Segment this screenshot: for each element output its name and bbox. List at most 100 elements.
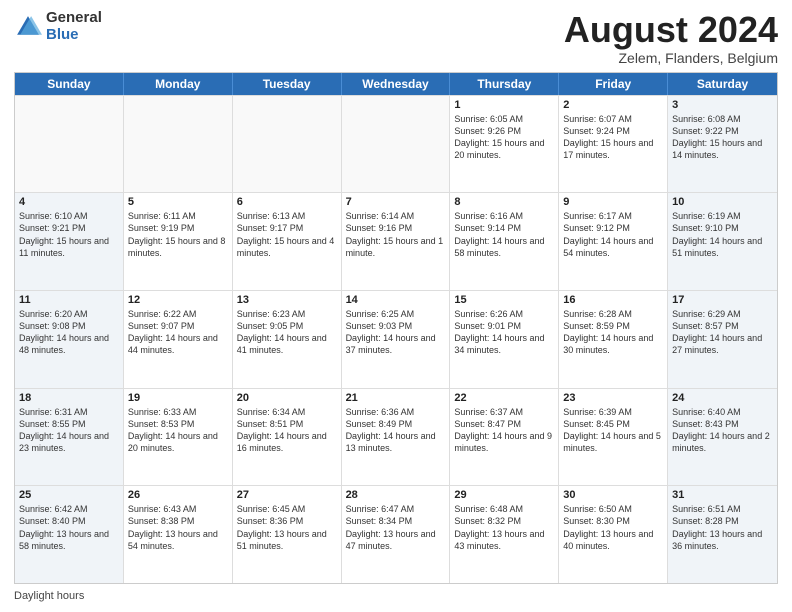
calendar-cell: 29 Sunrise: 6:48 AM Sunset: 8:32 PM Dayli… — [450, 486, 559, 583]
day-number: 13 — [237, 294, 337, 306]
calendar-cell: 9Sunrise: 6:17 AM Sunset: 9:12 PM Daylig… — [559, 193, 668, 290]
day-number: 20 — [237, 392, 337, 404]
day-info: Sunrise: 6:43 AM Sunset: 8:38 PM Dayligh… — [128, 503, 228, 552]
header: General Blue August 2024 Zelem, Flanders… — [14, 10, 778, 66]
day-info: Sunrise: 6:14 AM Sunset: 9:16 PM Dayligh… — [346, 210, 446, 259]
day-number: 10 — [672, 196, 773, 208]
calendar-cell: 19Sunrise: 6:33 AM Sunset: 8:53 PM Dayli… — [124, 389, 233, 486]
calendar-cell: 4 Sunrise: 6:10 AM Sunset: 9:21 PM Daylig… — [15, 193, 124, 290]
day-info: Sunrise: 6:37 AM Sunset: 8:47 PM Dayligh… — [454, 406, 554, 455]
page: General Blue August 2024 Zelem, Flanders… — [0, 0, 792, 612]
calendar-cell: 30 Sunrise: 6:50 AM Sunset: 8:30 PM Dayli… — [559, 486, 668, 583]
day-info: Sunrise: 6:40 AM Sunset: 8:43 PM Dayligh… — [672, 406, 773, 455]
header-day: Friday — [559, 73, 668, 95]
calendar-cell: 8Sunrise: 6:16 AM Sunset: 9:14 PM Daylig… — [450, 193, 559, 290]
day-info: Sunrise: 6:39 AM Sunset: 8:45 PM Dayligh… — [563, 406, 663, 455]
day-number: 14 — [346, 294, 446, 306]
day-info: Sunrise: 6:51 AM Sunset: 8:28 PM Dayligh… — [672, 503, 773, 552]
day-number: 29 — [454, 489, 554, 501]
day-info: Sunrise: 6:48 AM Sunset: 8:32 PM Dayligh… — [454, 503, 554, 552]
footer: Daylight hours — [14, 590, 778, 602]
day-info: Sunrise: 6:28 AM Sunset: 8:59 PM Dayligh… — [563, 308, 663, 357]
day-number: 21 — [346, 392, 446, 404]
header-day: Thursday — [450, 73, 559, 95]
calendar-cell: 15 Sunrise: 6:26 AM Sunset: 9:01 PM Dayli… — [450, 291, 559, 388]
calendar-cell: 18 Sunrise: 6:31 AM Sunset: 8:55 PM Dayli… — [15, 389, 124, 486]
day-number: 2 — [563, 99, 663, 111]
day-info: Sunrise: 6:26 AM Sunset: 9:01 PM Dayligh… — [454, 308, 554, 357]
calendar-cell — [15, 96, 124, 193]
header-day: Tuesday — [233, 73, 342, 95]
logo-general: General — [46, 10, 102, 27]
day-number: 15 — [454, 294, 554, 306]
day-info: Sunrise: 6:11 AM Sunset: 9:19 PM Dayligh… — [128, 210, 228, 259]
calendar-cell: 17 Sunrise: 6:29 AM Sunset: 8:57 PM Dayli… — [668, 291, 777, 388]
title-block: August 2024 Zelem, Flanders, Belgium — [564, 10, 778, 66]
day-number: 7 — [346, 196, 446, 208]
day-number: 18 — [19, 392, 119, 404]
calendar-cell — [124, 96, 233, 193]
day-number: 1 — [454, 99, 554, 111]
calendar-cell: 28Sunrise: 6:47 AM Sunset: 8:34 PM Dayli… — [342, 486, 451, 583]
month-title: August 2024 — [564, 10, 778, 50]
day-number: 22 — [454, 392, 554, 404]
calendar-cell: 12 Sunrise: 6:22 AM Sunset: 9:07 PM Dayli… — [124, 291, 233, 388]
day-info: Sunrise: 6:10 AM Sunset: 9:21 PM Dayligh… — [19, 210, 119, 259]
day-number: 27 — [237, 489, 337, 501]
calendar-header: SundayMondayTuesdayWednesdayThursdayFrid… — [15, 73, 777, 95]
day-info: Sunrise: 6:31 AM Sunset: 8:55 PM Dayligh… — [19, 406, 119, 455]
day-info: Sunrise: 6:42 AM Sunset: 8:40 PM Dayligh… — [19, 503, 119, 552]
calendar-cell: 24 Sunrise: 6:40 AM Sunset: 8:43 PM Dayli… — [668, 389, 777, 486]
day-info: Sunrise: 6:05 AM Sunset: 9:26 PM Dayligh… — [454, 113, 554, 162]
calendar-cell: 23 Sunrise: 6:39 AM Sunset: 8:45 PM Dayli… — [559, 389, 668, 486]
day-number: 25 — [19, 489, 119, 501]
calendar-cell — [233, 96, 342, 193]
day-info: Sunrise: 6:29 AM Sunset: 8:57 PM Dayligh… — [672, 308, 773, 357]
calendar-cell: 27Sunrise: 6:45 AM Sunset: 8:36 PM Dayli… — [233, 486, 342, 583]
calendar-cell: 6 Sunrise: 6:13 AM Sunset: 9:17 PM Daylig… — [233, 193, 342, 290]
calendar-cell: 10Sunrise: 6:19 AM Sunset: 9:10 PM Dayli… — [668, 193, 777, 290]
day-info: Sunrise: 6:50 AM Sunset: 8:30 PM Dayligh… — [563, 503, 663, 552]
day-number: 19 — [128, 392, 228, 404]
logo-blue: Blue — [46, 27, 102, 44]
day-info: Sunrise: 6:20 AM Sunset: 9:08 PM Dayligh… — [19, 308, 119, 357]
day-info: Sunrise: 6:23 AM Sunset: 9:05 PM Dayligh… — [237, 308, 337, 357]
calendar-body: 1 Sunrise: 6:05 AM Sunset: 9:26 PM Daylig… — [15, 95, 777, 583]
day-number: 24 — [672, 392, 773, 404]
calendar: SundayMondayTuesdayWednesdayThursdayFrid… — [14, 72, 778, 584]
day-number: 28 — [346, 489, 446, 501]
day-number: 11 — [19, 294, 119, 306]
day-info: Sunrise: 6:36 AM Sunset: 8:49 PM Dayligh… — [346, 406, 446, 455]
header-day: Sunday — [15, 73, 124, 95]
calendar-cell: 7 Sunrise: 6:14 AM Sunset: 9:16 PM Daylig… — [342, 193, 451, 290]
calendar-row: 4 Sunrise: 6:10 AM Sunset: 9:21 PM Daylig… — [15, 192, 777, 290]
day-number: 4 — [19, 196, 119, 208]
day-info: Sunrise: 6:13 AM Sunset: 9:17 PM Dayligh… — [237, 210, 337, 259]
calendar-cell: 25 Sunrise: 6:42 AM Sunset: 8:40 PM Dayli… — [15, 486, 124, 583]
location: Zelem, Flanders, Belgium — [564, 50, 778, 66]
calendar-cell: 2 Sunrise: 6:07 AM Sunset: 9:24 PM Daylig… — [559, 96, 668, 193]
day-info: Sunrise: 6:22 AM Sunset: 9:07 PM Dayligh… — [128, 308, 228, 357]
day-number: 17 — [672, 294, 773, 306]
header-day: Monday — [124, 73, 233, 95]
day-info: Sunrise: 6:25 AM Sunset: 9:03 PM Dayligh… — [346, 308, 446, 357]
calendar-cell: 20Sunrise: 6:34 AM Sunset: 8:51 PM Dayli… — [233, 389, 342, 486]
day-info: Sunrise: 6:07 AM Sunset: 9:24 PM Dayligh… — [563, 113, 663, 162]
logo-text: General Blue — [46, 10, 102, 43]
day-number: 23 — [563, 392, 663, 404]
logo-icon — [14, 13, 42, 41]
calendar-row: 1 Sunrise: 6:05 AM Sunset: 9:26 PM Daylig… — [15, 95, 777, 193]
day-number: 6 — [237, 196, 337, 208]
day-number: 12 — [128, 294, 228, 306]
calendar-cell: 21 Sunrise: 6:36 AM Sunset: 8:49 PM Dayli… — [342, 389, 451, 486]
day-number: 5 — [128, 196, 228, 208]
day-number: 30 — [563, 489, 663, 501]
day-number: 31 — [672, 489, 773, 501]
calendar-cell: 13 Sunrise: 6:23 AM Sunset: 9:05 PM Dayli… — [233, 291, 342, 388]
day-number: 16 — [563, 294, 663, 306]
calendar-cell: 3Sunrise: 6:08 AM Sunset: 9:22 PM Daylig… — [668, 96, 777, 193]
calendar-cell: 14 Sunrise: 6:25 AM Sunset: 9:03 PM Dayli… — [342, 291, 451, 388]
day-number: 8 — [454, 196, 554, 208]
calendar-cell: 11 Sunrise: 6:20 AM Sunset: 9:08 PM Dayli… — [15, 291, 124, 388]
calendar-cell: 16 Sunrise: 6:28 AM Sunset: 8:59 PM Dayli… — [559, 291, 668, 388]
